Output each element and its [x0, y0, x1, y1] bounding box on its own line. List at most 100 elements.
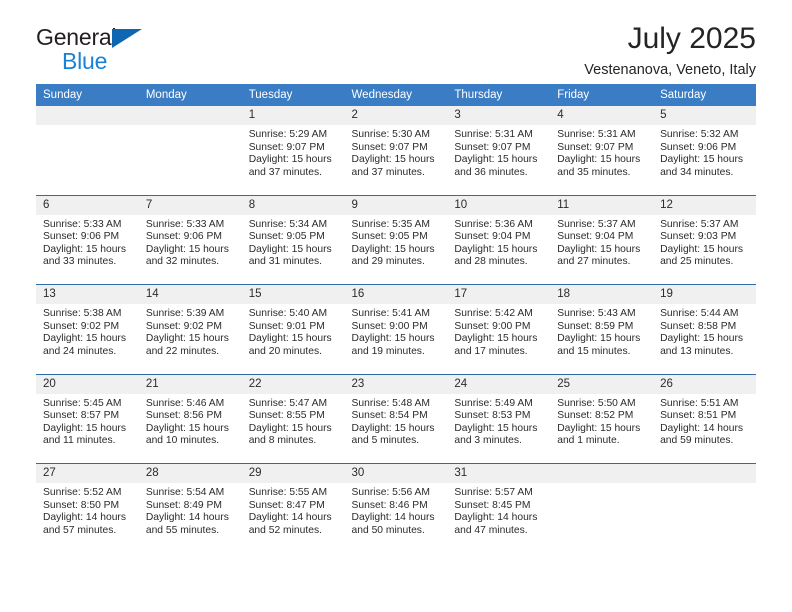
- day-number: 27: [36, 464, 139, 483]
- calendar-day-cell[interactable]: 23 Sunrise: 5:48 AM Sunset: 8:54 PM Dayligh…: [344, 373, 448, 464]
- calendar-day-cell[interactable]: 8 Sunrise: 5:34 AM Sunset: 9:05 PM Daylight…: [241, 194, 345, 285]
- calendar-day-cell[interactable]: 3 Sunrise: 5:31 AM Sunset: 9:07 PM Daylight…: [447, 106, 551, 195]
- weekday-header-friday: Friday: [550, 84, 654, 106]
- day-cell-details: Sunrise: 5:48 AM Sunset: 8:54 PM Daylight:…: [345, 394, 448, 448]
- calendar-day-cell[interactable]: 22 Sunrise: 5:47 AM Sunset: 8:55 PM Dayligh…: [241, 373, 345, 464]
- calendar-week-row: 6 Sunrise: 5:33 AM Sunset: 9:06 PM Daylight…: [36, 194, 756, 285]
- weekday-header-sunday: Sunday: [36, 84, 139, 106]
- calendar-day-cell[interactable]: 15 Sunrise: 5:40 AM Sunset: 9:01 PM Dayligh…: [241, 284, 345, 374]
- calendar-day-cell[interactable]: 19 Sunrise: 5:44 AM Sunset: 8:58 PM Dayligh…: [653, 284, 756, 374]
- calendar-day-cell[interactable]: 20 Sunrise: 5:45 AM Sunset: 8:57 PM Dayligh…: [36, 373, 139, 464]
- calendar-day-cell[interactable]: 5 Sunrise: 5:32 AM Sunset: 9:06 PM Daylight…: [653, 106, 756, 195]
- calendar-day-cell[interactable]: 1 Sunrise: 5:29 AM Sunset: 9:07 PM Daylight…: [241, 106, 345, 195]
- calendar-day-cell[interactable]: 26 Sunrise: 5:51 AM Sunset: 8:51 PM Dayligh…: [653, 373, 756, 464]
- sunset-text: Sunset: 8:56 PM: [145, 410, 222, 422]
- daylight-text: Daylight: 15 hours and 1 minute.: [557, 422, 641, 447]
- day-cell-details: Sunrise: 5:31 AM Sunset: 9:07 PM Daylight:…: [447, 125, 550, 179]
- sunrise-text: Sunrise: 5:39 AM: [145, 308, 225, 319]
- calendar-day-cell[interactable]: 4 Sunrise: 5:31 AM Sunset: 9:07 PM Daylight…: [550, 106, 654, 195]
- day-cell-details: Sunrise: 5:30 AM Sunset: 9:07 PM Daylight:…: [345, 125, 448, 179]
- daylight-text: Daylight: 15 hours and 37 minutes.: [248, 154, 332, 178]
- calendar-day-cell[interactable]: 6 Sunrise: 5:33 AM Sunset: 9:06 PM Daylight…: [36, 194, 139, 285]
- calendar-day-cell[interactable]: 25 Sunrise: 5:50 AM Sunset: 8:52 PM Dayligh…: [550, 373, 654, 464]
- calendar-day-cell[interactable]: 17 Sunrise: 5:42 AM Sunset: 9:00 PM Dayligh…: [447, 284, 551, 374]
- calendar-day-cell[interactable]: 28 Sunrise: 5:54 AM Sunset: 8:49 PM Dayligh…: [138, 463, 242, 553]
- sunrise-text: Sunrise: 5:38 AM: [43, 308, 122, 319]
- calendar-day-cell[interactable]: 30 Sunrise: 5:56 AM Sunset: 8:46 PM Dayligh…: [344, 463, 448, 553]
- calendar-day-cell[interactable]: 11 Sunrise: 5:37 AM Sunset: 9:04 PM Dayligh…: [550, 194, 654, 285]
- calendar-day-cell[interactable]: 27 Sunrise: 5:52 AM Sunset: 8:50 PM Dayligh…: [36, 463, 139, 553]
- day-cell-details: Sunrise: 5:32 AM Sunset: 9:06 PM Daylight:…: [653, 125, 756, 179]
- calendar-day-cell[interactable]: 9 Sunrise: 5:35 AM Sunset: 9:05 PM Daylight…: [344, 194, 448, 285]
- sunrise-text: Sunrise: 5:31 AM: [557, 129, 636, 140]
- sunset-text: Sunset: 9:06 PM: [43, 231, 120, 243]
- sunset-text: Sunset: 9:00 PM: [454, 320, 531, 332]
- day-cell-details: Sunrise: 5:34 AM Sunset: 9:05 PM Daylight:…: [242, 215, 345, 269]
- calendar-day-cell[interactable]: 10 Sunrise: 5:36 AM Sunset: 9:04 PM Dayligh…: [447, 194, 551, 285]
- calendar-week-row: 1 Sunrise: 5:29 AM Sunset: 9:07 PM Daylight…: [36, 106, 756, 195]
- daylight-text: Daylight: 15 hours and 15 minutes.: [557, 333, 641, 357]
- sunrise-text: Sunrise: 5:44 AM: [660, 308, 739, 319]
- calendar-day-cell[interactable]: 24 Sunrise: 5:49 AM Sunset: 8:53 PM Dayligh…: [447, 373, 551, 464]
- daylight-text: Daylight: 15 hours and 31 minutes.: [248, 243, 332, 268]
- sunrise-text: Sunrise: 5:50 AM: [557, 397, 636, 409]
- calendar-day-cell[interactable]: 7 Sunrise: 5:33 AM Sunset: 9:06 PM Daylight…: [138, 194, 242, 285]
- daylight-text: Daylight: 15 hours and 17 minutes.: [454, 333, 538, 357]
- day-cell-details: Sunrise: 5:44 AM Sunset: 8:58 PM Daylight:…: [653, 304, 756, 358]
- daylight-text: Daylight: 15 hours and 11 minutes.: [43, 422, 126, 447]
- day-cell-details: Sunrise: 5:50 AM Sunset: 8:52 PM Daylight:…: [550, 394, 653, 448]
- sunrise-text: Sunrise: 5:46 AM: [145, 397, 225, 409]
- weekday-header-tuesday: Tuesday: [241, 84, 345, 106]
- day-number: 8: [241, 195, 345, 215]
- calendar-day-cell[interactable]: 16 Sunrise: 5:41 AM Sunset: 9:00 PM Dayligh…: [344, 284, 448, 374]
- calendar-day-cell[interactable]: 21 Sunrise: 5:46 AM Sunset: 8:56 PM Dayligh…: [138, 373, 242, 464]
- daylight-text: Daylight: 15 hours and 27 minutes.: [557, 243, 641, 268]
- day-number: 24: [447, 374, 551, 394]
- sunset-text: Sunset: 8:52 PM: [557, 410, 634, 422]
- sunset-text: Sunset: 8:58 PM: [660, 320, 737, 332]
- day-cell-details: Sunrise: 5:33 AM Sunset: 9:06 PM Daylight:…: [36, 215, 139, 269]
- sunset-text: Sunset: 8:54 PM: [351, 410, 428, 422]
- calendar-day-cell[interactable]: 12 Sunrise: 5:37 AM Sunset: 9:03 PM Dayligh…: [653, 194, 756, 285]
- sunset-text: Sunset: 9:07 PM: [248, 141, 325, 153]
- sunset-text: Sunset: 9:04 PM: [557, 231, 634, 243]
- day-number: 4: [550, 106, 654, 125]
- daylight-text: Daylight: 15 hours and 37 minutes.: [351, 154, 435, 178]
- day-cell-details: Sunrise: 5:37 AM Sunset: 9:03 PM Daylight:…: [653, 215, 756, 269]
- day-number: [138, 106, 242, 125]
- day-number: 10: [447, 195, 551, 215]
- daylight-text: Daylight: 14 hours and 57 minutes.: [43, 512, 126, 536]
- weekday-header-wednesday: Wednesday: [344, 84, 448, 106]
- day-number: 28: [138, 464, 242, 483]
- sunrise-text: Sunrise: 5:32 AM: [660, 129, 739, 140]
- calendar-day-cell[interactable]: 14 Sunrise: 5:39 AM Sunset: 9:02 PM Dayligh…: [138, 284, 242, 374]
- day-cell-details: Sunrise: 5:29 AM Sunset: 9:07 PM Daylight:…: [242, 125, 345, 179]
- day-number: [653, 464, 756, 483]
- calendar-body: 1 Sunrise: 5:29 AM Sunset: 9:07 PM Daylight…: [36, 106, 756, 553]
- calendar-day-cell[interactable]: 31 Sunrise: 5:57 AM Sunset: 8:45 PM Dayligh…: [447, 463, 551, 553]
- day-number: 13: [36, 285, 139, 304]
- logo-text-general: General: [36, 24, 117, 50]
- day-number: 22: [241, 374, 345, 394]
- day-number: [550, 464, 654, 483]
- calendar-day-cell[interactable]: 2 Sunrise: 5:30 AM Sunset: 9:07 PM Daylight…: [344, 106, 448, 195]
- day-number: 29: [241, 464, 345, 483]
- day-number: 3: [447, 106, 551, 125]
- calendar-day-cell[interactable]: 29 Sunrise: 5:55 AM Sunset: 8:47 PM Dayligh…: [241, 463, 345, 553]
- daylight-text: Daylight: 15 hours and 36 minutes.: [454, 154, 538, 178]
- calendar-day-cell[interactable]: 13 Sunrise: 5:38 AM Sunset: 9:02 PM Dayligh…: [36, 284, 139, 374]
- day-cell-details: Sunrise: 5:33 AM Sunset: 9:06 PM Daylight:…: [139, 215, 242, 269]
- sunrise-text: Sunrise: 5:54 AM: [145, 487, 225, 498]
- daylight-text: Daylight: 14 hours and 59 minutes.: [660, 422, 744, 447]
- day-number: 23: [344, 374, 448, 394]
- sunset-text: Sunset: 9:07 PM: [454, 141, 531, 153]
- sunset-text: Sunset: 9:05 PM: [248, 231, 325, 243]
- day-cell-details: Sunrise: 5:31 AM Sunset: 9:07 PM Daylight:…: [550, 125, 653, 179]
- daylight-text: Daylight: 15 hours and 34 minutes.: [660, 154, 744, 178]
- calendar-week-row: 20 Sunrise: 5:45 AM Sunset: 8:57 PM Dayligh…: [36, 373, 756, 464]
- sunrise-text: Sunrise: 5:47 AM: [248, 397, 328, 409]
- calendar-day-cell[interactable]: 18 Sunrise: 5:43 AM Sunset: 8:59 PM Dayligh…: [550, 284, 654, 374]
- day-cell-details: Sunrise: 5:36 AM Sunset: 9:04 PM Daylight:…: [447, 215, 550, 269]
- day-number: 19: [653, 285, 756, 304]
- sunrise-text: Sunrise: 5:36 AM: [454, 218, 533, 230]
